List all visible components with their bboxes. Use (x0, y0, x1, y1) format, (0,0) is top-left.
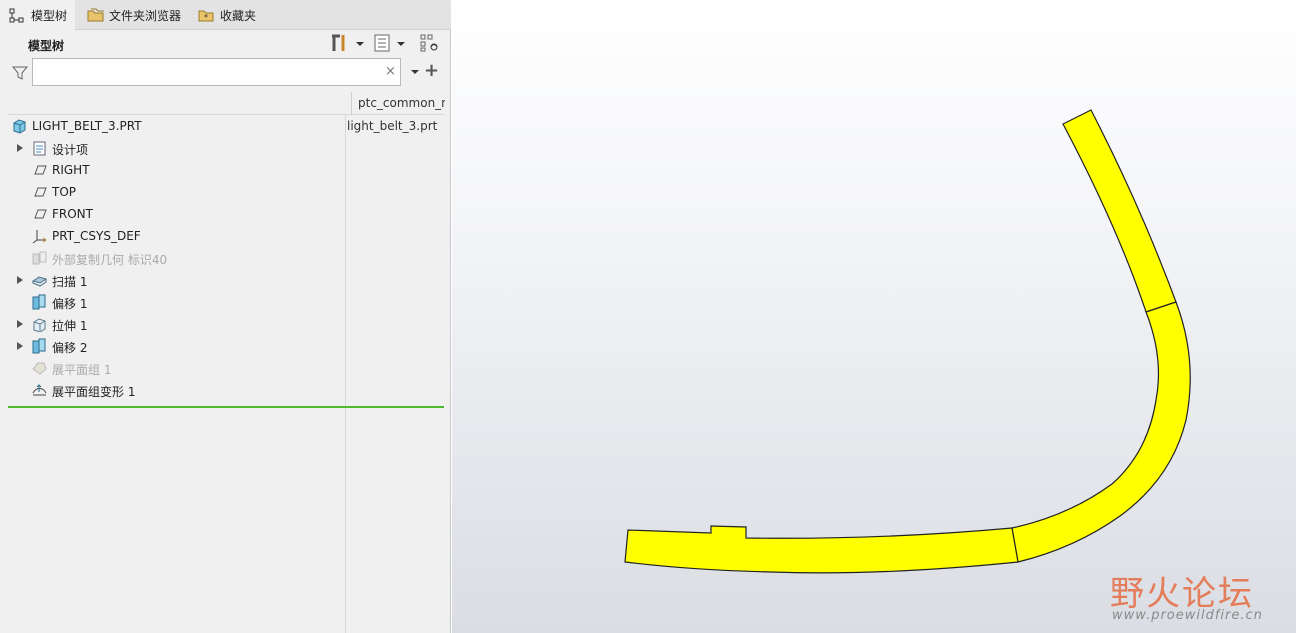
expand-arrow-icon[interactable] (17, 342, 23, 350)
tree-item-label: 外部复制几何 标识40 (52, 253, 168, 267)
filter-row: × + (0, 58, 451, 88)
tree-item-flatten-quilt-deform-1[interactable]: 展平面组变形 1 (8, 379, 445, 401)
model-tree-panel: 模型树 文件夹浏览器 * 收藏夹 模型树 × + ptc_common_ LIG… (0, 0, 451, 633)
tree-item-top-plane[interactable]: TOP (8, 181, 445, 203)
light-belt-model[interactable] (624, 109, 1191, 574)
tree-item-external-copy-geometry[interactable]: 外部复制几何 标识40 (8, 247, 445, 269)
chevron-down-icon (356, 42, 364, 46)
sweep-icon (31, 272, 48, 288)
tree-header: 模型树 (0, 30, 451, 58)
watermark-url: www.proewildfire.cn (1112, 608, 1263, 623)
tree-title: 模型树 (28, 39, 65, 53)
light-belt-upper-segment[interactable] (1062, 109, 1177, 313)
tree-item-label: PRT_CSYS_DEF (52, 229, 141, 243)
tree-root-part[interactable]: LIGHT_BELT_3.PRT light_belt_3.prt (8, 115, 445, 137)
tab-model-tree[interactable]: 模型树 (0, 0, 76, 31)
tree-item-label: 拉伸 1 (52, 319, 88, 333)
tree-item-flatten-quilt-1[interactable]: 展平面组 1 (8, 357, 445, 379)
expand-arrow-icon[interactable] (17, 276, 23, 284)
tree-item-extrude-1[interactable]: 拉伸 1 (8, 313, 445, 335)
search-input[interactable] (32, 58, 401, 86)
model-tree: LIGHT_BELT_3.PRT light_belt_3.prt 设计项 RI… (8, 115, 445, 401)
tree-item-sweep-1[interactable]: 扫描 1 (8, 269, 445, 291)
ptc-common-name-value: light_belt_3.prt (347, 119, 438, 133)
list-icon (373, 33, 391, 56)
tree-item-label: FRONT (52, 207, 93, 221)
graphics-window[interactable]: 野火论坛 www.proewildfire.cn (452, 0, 1296, 633)
tab-label: 收藏夹 (220, 8, 257, 23)
show-button[interactable] (373, 34, 405, 54)
tree-item-design-items[interactable]: 设计项 (8, 137, 445, 159)
folder-browser-icon (86, 6, 104, 24)
tree-item-offset-2[interactable]: 偏移 2 (8, 335, 445, 357)
light-belt-lower-segment[interactable] (1011, 301, 1191, 563)
offset-icon (31, 338, 48, 354)
model-tree-icon (8, 7, 26, 25)
tree-item-label: LIGHT_BELT_3.PRT (32, 119, 142, 133)
settings-button[interactable] (330, 34, 364, 54)
expand-arrow-icon[interactable] (17, 144, 23, 152)
light-belt-bottom-segment[interactable] (624, 525, 1019, 574)
navigator-tab-bar: 模型树 文件夹浏览器 * 收藏夹 (0, 0, 451, 31)
tree-columns-button[interactable] (419, 34, 441, 54)
clear-search-button[interactable]: × (385, 64, 396, 79)
tree-item-offset-1[interactable]: 偏移 1 (8, 291, 445, 313)
tree-item-label: TOP (52, 185, 77, 199)
tree-item-label: 展平面组变形 1 (52, 385, 136, 399)
column-header-ptc-common-name[interactable]: ptc_common_na (351, 92, 445, 115)
flatten-quilt-deform-icon (31, 382, 48, 398)
tree-columns-icon (419, 33, 441, 56)
tree-item-label: RIGHT (52, 163, 90, 177)
offset-icon (31, 294, 48, 310)
column-header-row: ptc_common_na (8, 92, 445, 115)
insert-here-line[interactable] (8, 406, 444, 408)
datum-plane-icon (31, 184, 48, 200)
tree-item-front-plane[interactable]: FRONT (8, 203, 445, 225)
tab-label: 模型树 (31, 9, 68, 23)
filter-icon[interactable] (11, 64, 29, 82)
favorites-icon: * (197, 6, 215, 24)
tree-item-label: 设计项 (52, 143, 89, 157)
external-copy-geometry-icon (31, 250, 48, 266)
tree-item-label: 偏移 1 (52, 297, 88, 311)
flatten-quilt-icon (31, 360, 48, 376)
filter-dropdown-button[interactable] (411, 70, 419, 74)
tree-item-right-plane[interactable]: RIGHT (8, 159, 445, 181)
part-icon (11, 118, 28, 134)
tools-icon (330, 33, 350, 56)
tree-item-label: 偏移 2 (52, 341, 88, 355)
svg-text:*: * (204, 13, 208, 22)
expand-arrow-icon[interactable] (17, 320, 23, 328)
tree-item-label: 展平面组 1 (52, 363, 112, 377)
chevron-down-icon (397, 42, 405, 46)
tab-label: 文件夹浏览器 (109, 8, 182, 23)
design-items-icon (31, 140, 48, 156)
datum-plane-icon (31, 206, 48, 222)
datum-plane-icon (31, 162, 48, 178)
tab-folder-browser[interactable]: 文件夹浏览器 (78, 0, 189, 30)
extrude-icon (31, 316, 48, 333)
add-filter-button[interactable]: + (424, 60, 439, 81)
model-view[interactable] (452, 0, 1296, 633)
tree-item-csys[interactable]: PRT_CSYS_DEF (8, 225, 445, 247)
tab-favorites[interactable]: * 收藏夹 (189, 0, 264, 30)
coordinate-system-icon (31, 228, 48, 244)
tree-item-label: 扫描 1 (52, 275, 88, 289)
